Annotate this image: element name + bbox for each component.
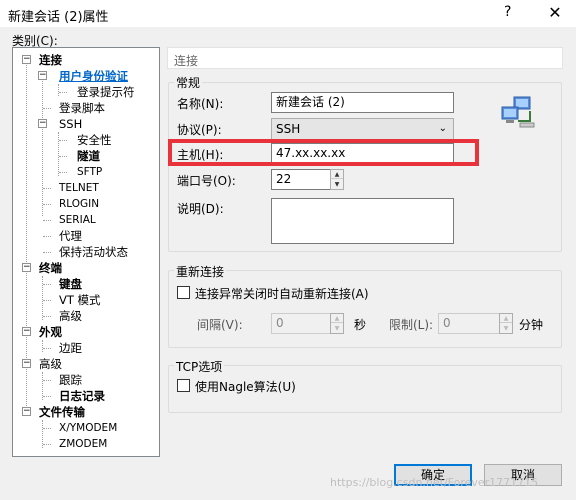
tree-item-xymodem[interactable]: X/YMODEM bbox=[59, 420, 117, 436]
protocol-select[interactable]: SSH ⌄ bbox=[271, 118, 454, 140]
auto-reconnect-checkbox[interactable] bbox=[177, 286, 190, 299]
expander-auth[interactable]: − bbox=[38, 71, 47, 80]
tree-item-serial[interactable]: SERIAL bbox=[59, 212, 96, 228]
port-spinner[interactable]: ▲ ▼ bbox=[330, 169, 344, 190]
network-icon bbox=[501, 96, 535, 128]
category-tree[interactable]: − 连接 − 用户身份验证 登录提示符 登录脚本 − SSH 安全性 隧道 SF… bbox=[12, 47, 160, 457]
interval-input[interactable]: 0 bbox=[271, 313, 331, 334]
port-input[interactable]: 22 bbox=[271, 169, 331, 190]
description-textarea[interactable] bbox=[271, 198, 454, 244]
tree-item-vt-mode[interactable]: VT 模式 bbox=[59, 292, 101, 308]
spin-up-icon[interactable]: ▲ bbox=[331, 314, 343, 323]
spin-down-icon[interactable]: ▼ bbox=[331, 324, 343, 333]
panel-header-title: 连接 bbox=[174, 54, 199, 68]
tree-item-auth[interactable]: 用户身份验证 bbox=[59, 68, 128, 84]
tree-item-keepalive[interactable]: 保持活动状态 bbox=[59, 244, 128, 260]
host-highlight-box bbox=[168, 139, 479, 166]
spin-down-icon[interactable]: ▼ bbox=[500, 324, 512, 333]
tree-item-keyboard[interactable]: 键盘 bbox=[59, 276, 82, 292]
tree-item-ssh[interactable]: SSH bbox=[59, 116, 82, 132]
limit-label: 限制(L): bbox=[389, 318, 434, 332]
title-bar: 新建会话 (2)属性 ? ✕ bbox=[0, 0, 576, 28]
watermark-text: https://blog.csdn.net/Forever1771715 bbox=[330, 476, 539, 489]
spin-up-icon[interactable]: ▲ bbox=[500, 314, 512, 323]
tree-item-sftp[interactable]: SFTP bbox=[77, 164, 102, 180]
expander-terminal[interactable]: − bbox=[22, 263, 31, 272]
limit-input[interactable]: 0 bbox=[438, 313, 500, 334]
tree-item-connection[interactable]: 连接 bbox=[39, 52, 62, 68]
general-legend: 常规 bbox=[174, 74, 203, 91]
window-title: 新建会话 (2)属性 bbox=[8, 10, 109, 25]
spin-up-icon[interactable]: ▲ bbox=[331, 170, 343, 179]
tree-item-terminal[interactable]: 终端 bbox=[39, 260, 62, 276]
chevron-down-icon: ⌄ bbox=[438, 123, 447, 134]
name-label: 名称(N): bbox=[177, 97, 224, 111]
protocol-value: SSH bbox=[276, 122, 301, 136]
help-button[interactable]: ? bbox=[504, 4, 511, 20]
expander-ssh[interactable]: − bbox=[38, 119, 47, 128]
tree-item-telnet[interactable]: TELNET bbox=[59, 180, 99, 196]
minutes-unit: 分钟 bbox=[519, 318, 544, 332]
expander-appearance[interactable]: − bbox=[22, 327, 31, 336]
nagle-label[interactable]: 使用Nagle算法(U) bbox=[195, 378, 296, 395]
interval-spinner[interactable]: ▲ ▼ bbox=[330, 313, 344, 334]
tree-item-login-script[interactable]: 登录脚本 bbox=[59, 100, 105, 116]
expander-connection[interactable]: − bbox=[22, 55, 31, 64]
limit-spinner[interactable]: ▲ ▼ bbox=[499, 313, 513, 334]
tree-item-appearance[interactable]: 外观 bbox=[39, 324, 62, 340]
seconds-unit: 秒 bbox=[354, 318, 367, 332]
name-input[interactable]: 新建会话 (2) bbox=[271, 92, 454, 113]
tree-item-advanced[interactable]: 高级 bbox=[39, 356, 62, 372]
description-label: 说明(D): bbox=[177, 202, 224, 216]
tree-item-proxy[interactable]: 代理 bbox=[59, 228, 82, 244]
close-button[interactable]: ✕ bbox=[540, 2, 570, 24]
tree-item-security[interactable]: 安全性 bbox=[77, 132, 112, 148]
tree-item-terminal-advanced[interactable]: 高级 bbox=[59, 308, 82, 324]
tree-item-rlogin[interactable]: RLOGIN bbox=[59, 196, 99, 212]
tree-item-login-prompt[interactable]: 登录提示符 bbox=[77, 84, 135, 100]
tree-item-tunnel[interactable]: 隧道 bbox=[77, 148, 100, 164]
panel-header: 连接 bbox=[167, 47, 563, 69]
protocol-label: 协议(P): bbox=[177, 123, 222, 137]
tcp-legend: TCP选项 bbox=[174, 358, 225, 375]
tree-item-file-transfer[interactable]: 文件传输 bbox=[39, 404, 85, 420]
nagle-checkbox[interactable] bbox=[177, 379, 190, 392]
tree-item-logging[interactable]: 日志记录 bbox=[59, 388, 105, 404]
port-label: 端口号(O): bbox=[177, 174, 236, 188]
spin-down-icon[interactable]: ▼ bbox=[331, 180, 343, 189]
reconnect-legend: 重新连接 bbox=[174, 263, 227, 280]
expander-advanced[interactable]: − bbox=[22, 359, 31, 368]
tree-item-margin[interactable]: 边距 bbox=[59, 340, 82, 356]
interval-label: 间隔(V): bbox=[197, 318, 243, 332]
expander-file-transfer[interactable]: − bbox=[22, 407, 31, 416]
reconnect-group bbox=[168, 270, 562, 348]
tree-item-trace[interactable]: 跟踪 bbox=[59, 372, 82, 388]
auto-reconnect-label[interactable]: 连接异常关闭时自动重新连接(A) bbox=[195, 285, 369, 302]
tree-item-zmodem[interactable]: ZMODEM bbox=[59, 436, 107, 452]
